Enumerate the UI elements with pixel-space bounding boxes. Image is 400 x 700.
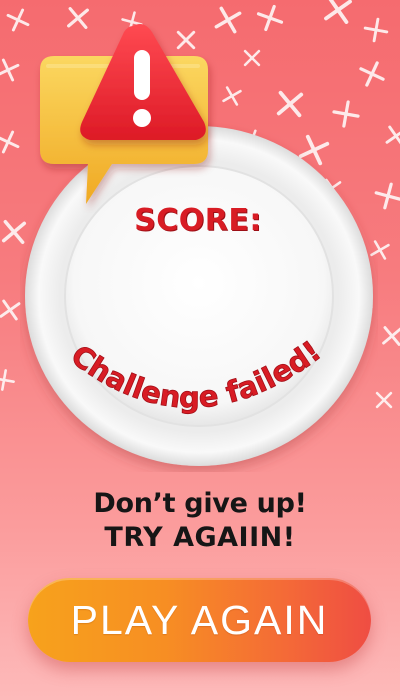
encouragement-message: Don’t give up! TRY AGAIIN! bbox=[0, 488, 400, 554]
sparkle-cross-icon bbox=[382, 326, 400, 346]
challenge-failed-text: Challenge failed! bbox=[64, 333, 327, 415]
play-again-label: PLAY AGAIN bbox=[70, 596, 329, 643]
sparkle-cross-icon bbox=[385, 125, 400, 147]
sparkle-cross-icon bbox=[0, 58, 20, 82]
challenge-failed-label: Challenge failed! bbox=[64, 333, 327, 415]
sparkle-cross-icon bbox=[0, 369, 15, 391]
sparkle-cross-icon bbox=[256, 4, 284, 32]
sparkle-cross-icon bbox=[0, 130, 20, 154]
sparkle-cross-icon bbox=[363, 17, 389, 43]
svg-text:Challenge failed!: Challenge failed! bbox=[65, 334, 327, 415]
sparkle-cross-icon bbox=[359, 61, 385, 87]
play-again-button[interactable]: PLAY AGAIN bbox=[28, 578, 371, 662]
message-line-2: TRY AGAIIN! bbox=[104, 522, 296, 553]
sparkle-cross-icon bbox=[276, 90, 304, 118]
sparkle-cross-icon bbox=[374, 182, 400, 210]
sparkle-cross-icon bbox=[324, 0, 352, 24]
sparkle-cross-icon bbox=[6, 8, 30, 32]
message-line-1: Don’t give up! bbox=[93, 488, 307, 519]
sparkle-cross-icon bbox=[222, 86, 242, 106]
sparkle-cross-icon bbox=[0, 299, 21, 321]
game-over-screen: SCORE: Challenge failed! Don’t give up! … bbox=[0, 0, 400, 700]
sparkle-cross-icon bbox=[243, 49, 261, 67]
